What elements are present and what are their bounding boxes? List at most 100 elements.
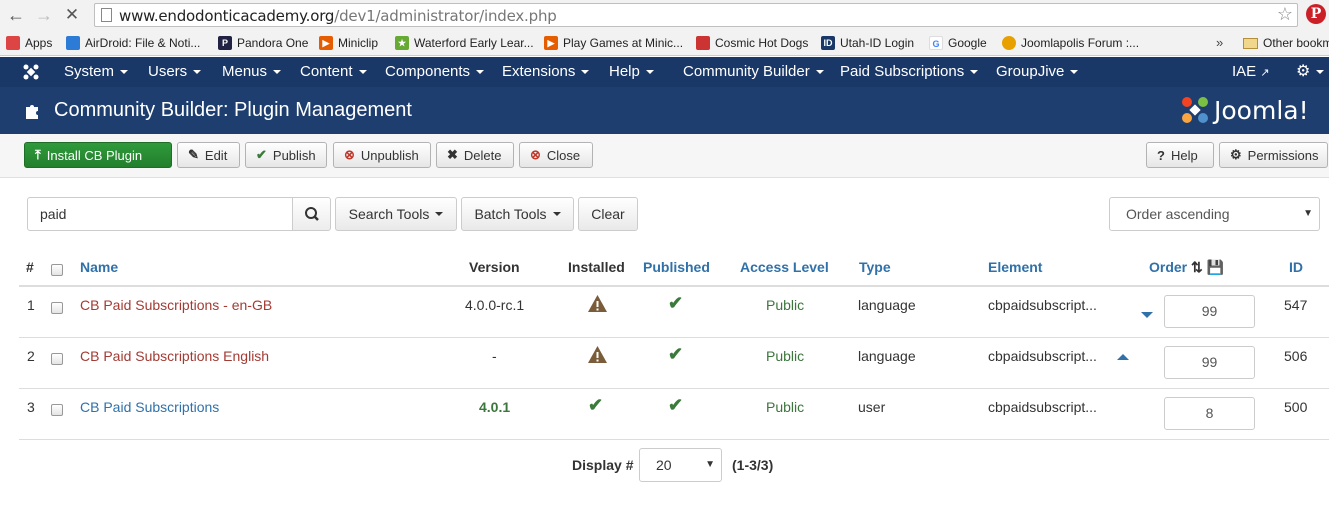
other-bookmarks[interactable]: Other bookm (1243, 34, 1329, 52)
plugin-name-link[interactable]: CB Paid Subscriptions (80, 399, 219, 415)
row-checkbox[interactable] (51, 404, 63, 416)
joomla-home-icon[interactable] (22, 63, 40, 84)
column-type[interactable]: Type (859, 259, 891, 275)
caret-down-icon (552, 212, 561, 216)
caret-down-icon (1316, 69, 1325, 74)
menu-users[interactable]: Users (148, 57, 202, 87)
bookmark-apps[interactable]: Apps (6, 34, 52, 52)
bookmark-joomlapolis[interactable]: Joomlapolis Forum :... (1002, 34, 1139, 52)
sort-alpha-icon: ⇅ (1191, 259, 1203, 275)
bookmark-play-games[interactable]: ▶ Play Games at Minic... (544, 34, 683, 52)
bookmark-miniclip[interactable]: ▶ Miniclip (319, 34, 378, 52)
warning-icon[interactable] (587, 345, 608, 364)
display-count-select[interactable]: 20 ▼ (639, 448, 722, 482)
plugin-type: language (858, 297, 916, 313)
column-element[interactable]: Element (988, 259, 1042, 275)
menu-components[interactable]: Components (385, 57, 485, 87)
save-order-icon[interactable]: 💾 (1207, 259, 1224, 275)
button-label: Close (546, 147, 581, 163)
search-tools-button[interactable]: Search Tools (335, 197, 457, 231)
browser-toolbar: ← → ✕ www.endodonticacademy.org/dev1/adm… (0, 0, 1329, 30)
help-button[interactable]: ? Help (1146, 142, 1214, 168)
unpublish-button[interactable]: ⊗ Unpublish (333, 142, 431, 168)
more-bookmarks-chevron[interactable]: » (1216, 35, 1223, 50)
page-header: Community Builder: Plugin Management Joo… (0, 87, 1329, 134)
warning-icon[interactable] (587, 294, 608, 313)
permissions-button[interactable]: ⚙ Permissions (1219, 142, 1328, 168)
menu-groupjive[interactable]: GroupJive (996, 57, 1079, 87)
check-icon: ✔ (256, 147, 267, 162)
pinterest-extension-icon[interactable]: P (1306, 4, 1326, 24)
button-label: Edit (204, 147, 228, 163)
clear-button[interactable]: Clear (578, 197, 638, 231)
bookmark-pandora[interactable]: P Pandora One (218, 34, 308, 52)
menu-paid-subscriptions[interactable]: Paid Subscriptions (840, 57, 979, 87)
search-button[interactable] (292, 197, 331, 231)
caret-down-icon (815, 70, 824, 75)
plugin-type: user (858, 399, 886, 415)
site-link[interactable]: IAE ↗ (1232, 57, 1270, 87)
plugin-id: 506 (1284, 348, 1308, 364)
edit-button[interactable]: ✎ Edit (177, 142, 240, 168)
joomlapolis-icon (1002, 36, 1016, 50)
forward-arrow-icon[interactable]: → (34, 5, 54, 25)
close-button[interactable]: ⊗ Close (519, 142, 593, 168)
published-check-icon[interactable]: ✔ (668, 395, 683, 416)
menu-extensions[interactable]: Extensions (502, 57, 590, 87)
menu-help[interactable]: Help (609, 57, 654, 87)
plugin-name-link[interactable]: CB Paid Subscriptions English (80, 348, 269, 364)
published-check-icon[interactable]: ✔ (668, 344, 683, 365)
bookmark-cosmic-hot-dogs[interactable]: Cosmic Hot Dogs (696, 34, 808, 52)
delete-button[interactable]: ✖ Delete (436, 142, 514, 168)
edit-icon: ✎ (188, 147, 199, 162)
bookmark-airdroid[interactable]: AirDroid: File & Noti... (66, 34, 200, 52)
apps-grid-icon (6, 36, 20, 50)
back-arrow-icon[interactable]: ← (6, 5, 26, 25)
miniclip-icon: ▶ (319, 36, 333, 50)
move-down-icon[interactable] (1141, 312, 1153, 318)
published-check-icon[interactable]: ✔ (668, 293, 683, 314)
button-label: Help (1170, 147, 1198, 163)
batch-tools-button[interactable]: Batch Tools (461, 197, 574, 231)
address-bar[interactable]: www.endodonticacademy.org/dev1/administr… (94, 3, 1298, 27)
column-installed: Installed (568, 259, 625, 275)
bookmark-label: Other bookm (1263, 36, 1329, 50)
column-order[interactable]: Order ⇅ 💾 (1149, 259, 1224, 276)
stop-loading-icon[interactable]: ✕ (62, 5, 82, 25)
caret-down-icon (358, 70, 367, 75)
bookmark-utah-id[interactable]: ID Utah-ID Login (821, 34, 914, 52)
row-checkbox[interactable] (51, 302, 63, 314)
menu-label: Paid Subscriptions (840, 63, 965, 80)
menu-content[interactable]: Content (300, 57, 367, 87)
waterford-icon: ★ (395, 36, 409, 50)
order-input[interactable]: 8 (1164, 397, 1255, 430)
order-input[interactable]: 99 (1164, 295, 1255, 328)
header-divider (19, 285, 1329, 287)
select-all-checkbox[interactable] (51, 264, 63, 276)
page-icon (101, 8, 112, 22)
bookmark-label: Play Games at Minic... (563, 36, 684, 50)
move-up-icon[interactable] (1117, 354, 1129, 360)
menu-community-builder[interactable]: Community Builder (683, 57, 824, 87)
plugin-name-link[interactable]: CB Paid Subscriptions - en-GB (80, 297, 272, 313)
user-settings-menu[interactable]: ⚙ (1296, 57, 1325, 87)
column-access-level[interactable]: Access Level (740, 259, 829, 275)
bookmark-waterford[interactable]: ★ Waterford Early Lear... (395, 34, 534, 52)
row-checkbox[interactable] (51, 353, 63, 365)
column-id[interactable]: ID (1289, 259, 1303, 275)
install-cb-plugin-button[interactable]: ⤒ Install CB Plugin (24, 142, 172, 168)
order-input[interactable]: 99 (1164, 346, 1255, 379)
dropdown-arrow-icon: ▼ (1303, 208, 1313, 219)
access-level: Public (766, 399, 805, 415)
ordering-select[interactable]: Order ascending ▼ (1109, 197, 1320, 231)
search-input[interactable]: paid (27, 197, 293, 231)
menu-menus[interactable]: Menus (222, 57, 282, 87)
menu-system[interactable]: System (64, 57, 129, 87)
bookmark-star-icon[interactable]: ☆ (1277, 4, 1293, 25)
bookmark-google[interactable]: G Google (929, 34, 987, 52)
column-published[interactable]: Published (643, 259, 710, 275)
column-name[interactable]: Name (80, 259, 118, 275)
button-label: Unpublish (360, 147, 419, 163)
publish-button[interactable]: ✔ Publish (245, 142, 327, 168)
caret-down-icon (581, 70, 590, 75)
